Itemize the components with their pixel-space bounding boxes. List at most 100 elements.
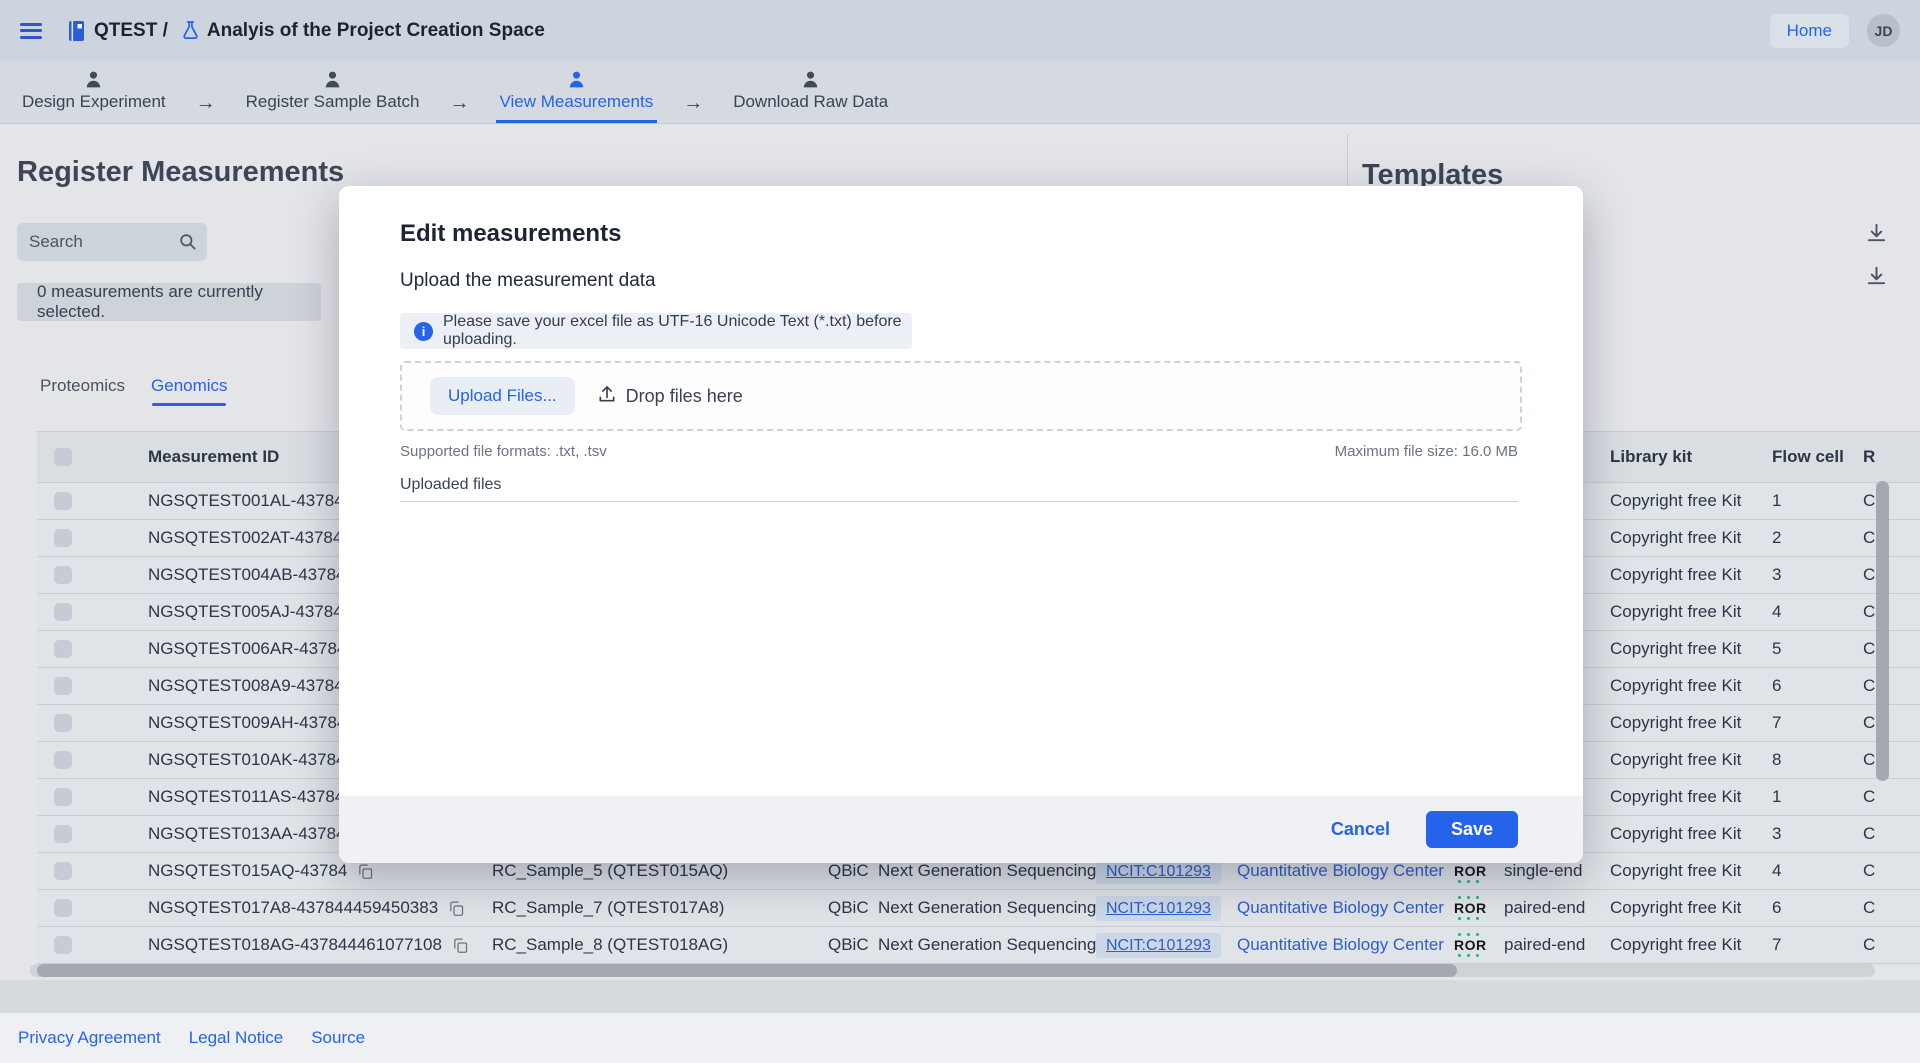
copy-icon[interactable] bbox=[357, 863, 374, 880]
file-dropzone[interactable]: Upload Files... Drop files here bbox=[400, 361, 1522, 431]
measurement-id: NGSQTEST011AS-437844 bbox=[148, 787, 354, 807]
menu-icon[interactable] bbox=[20, 23, 42, 39]
technique-cell: Next Generation Sequencing bbox=[878, 898, 1096, 918]
user-icon bbox=[84, 70, 103, 89]
cancel-button[interactable]: Cancel bbox=[1325, 818, 1396, 841]
library-kit-cell: Copyright free Kit bbox=[1610, 565, 1772, 585]
row-checkbox[interactable] bbox=[54, 566, 72, 584]
run-cell: C bbox=[1863, 787, 1920, 807]
horizontal-scrollbar-thumb[interactable] bbox=[37, 964, 1457, 977]
drop-files-label: Drop files here bbox=[626, 386, 743, 407]
search-box bbox=[17, 223, 207, 261]
user-icon bbox=[801, 70, 820, 89]
vertical-scrollbar[interactable] bbox=[1876, 481, 1889, 781]
wizard-step-label: Download Raw Data bbox=[733, 92, 888, 112]
copy-icon[interactable] bbox=[452, 937, 469, 954]
wizard-step[interactable]: Design Experiment bbox=[18, 61, 170, 123]
download-template-icon[interactable] bbox=[1860, 260, 1892, 290]
max-file-size: Maximum file size: 16.0 MB bbox=[1335, 443, 1518, 460]
wizard-step-label: Register Sample Batch bbox=[246, 92, 420, 112]
tab[interactable]: Proteomics bbox=[40, 376, 125, 406]
row-checkbox[interactable] bbox=[54, 936, 72, 954]
facility-cell: QBiC bbox=[828, 935, 878, 955]
flow-cell-cell: 7 bbox=[1772, 935, 1863, 955]
row-checkbox[interactable] bbox=[54, 825, 72, 843]
row-checkbox[interactable] bbox=[54, 862, 72, 880]
info-notice: i Please save your excel file as UTF-16 … bbox=[400, 313, 912, 349]
organization-link[interactable]: Quantitative Biology Center bbox=[1237, 861, 1444, 880]
library-kit-cell: Copyright free Kit bbox=[1610, 528, 1772, 548]
row-checkbox[interactable] bbox=[54, 529, 72, 547]
measurement-id: NGSQTEST004AB-43784 bbox=[148, 565, 345, 585]
column-header-library-kit[interactable]: Library kit bbox=[1610, 447, 1772, 467]
dialog-footer: Cancel Save bbox=[339, 796, 1583, 863]
run-cell: C bbox=[1863, 676, 1920, 696]
row-checkbox[interactable] bbox=[54, 677, 72, 695]
ror-icon: ROR bbox=[1454, 863, 1487, 879]
measurement-id: NGSQTEST015AQ-43784 bbox=[148, 861, 347, 881]
footer-link[interactable]: Legal Notice bbox=[189, 1028, 284, 1048]
ror-icon: ROR bbox=[1454, 900, 1487, 916]
wizard-step[interactable]: View Measurements bbox=[496, 61, 658, 123]
column-header-flow-cell[interactable]: Flow cell bbox=[1772, 447, 1863, 467]
flask-icon bbox=[182, 20, 199, 41]
footer-link[interactable]: Source bbox=[311, 1028, 365, 1048]
ncit-link[interactable]: NCIT:C101293 bbox=[1096, 896, 1221, 921]
arrow-right-icon: → bbox=[424, 92, 496, 115]
measurement-id: NGSQTEST002AT-437844 bbox=[148, 528, 352, 548]
library-kit-cell: Copyright free Kit bbox=[1610, 639, 1772, 659]
run-cell: C bbox=[1863, 491, 1920, 511]
footer-link[interactable]: Privacy Agreement bbox=[18, 1028, 161, 1048]
flow-cell-cell: 7 bbox=[1772, 713, 1863, 733]
row-checkbox[interactable] bbox=[54, 492, 72, 510]
measurement-id: NGSQTEST008A9-43784 bbox=[148, 676, 344, 696]
avatar[interactable]: JD bbox=[1867, 14, 1900, 47]
row-checkbox[interactable] bbox=[54, 788, 72, 806]
flow-cell-cell: 1 bbox=[1772, 787, 1863, 807]
run-cell: C bbox=[1863, 750, 1920, 770]
wizard-steps: Design Experiment → Register Sample Batc… bbox=[0, 61, 1920, 124]
library-kit-cell: Copyright free Kit bbox=[1610, 713, 1772, 733]
library-kit-cell: Copyright free Kit bbox=[1610, 824, 1772, 844]
supported-formats: Supported file formats: .txt, .tsv bbox=[400, 443, 607, 460]
library-kit-cell: Copyright free Kit bbox=[1610, 750, 1772, 770]
technique-cell: Next Generation Sequencing bbox=[878, 935, 1096, 955]
sample-cell: RC_Sample_7 (QTEST017A8) bbox=[492, 898, 828, 918]
run-cell: C bbox=[1863, 713, 1920, 733]
home-button[interactable]: Home bbox=[1770, 14, 1849, 48]
flow-cell-cell: 5 bbox=[1772, 639, 1863, 659]
select-all-checkbox[interactable] bbox=[54, 448, 72, 466]
library-kit-cell: Copyright free Kit bbox=[1610, 491, 1772, 511]
run-cell: C bbox=[1863, 824, 1920, 844]
page-footer: Privacy Agreement Legal Notice Source bbox=[0, 1013, 1920, 1063]
row-checkbox[interactable] bbox=[54, 603, 72, 621]
selection-notice: 0 measurements are currently selected. bbox=[17, 283, 321, 321]
library-kit-cell: Copyright free Kit bbox=[1610, 602, 1772, 622]
row-checkbox[interactable] bbox=[54, 751, 72, 769]
column-header-run[interactable]: R bbox=[1863, 447, 1920, 467]
wizard-step[interactable]: Download Raw Data bbox=[729, 61, 892, 123]
arrow-right-icon: → bbox=[657, 92, 729, 115]
project-code[interactable]: QTEST / bbox=[94, 20, 168, 42]
row-checkbox[interactable] bbox=[54, 640, 72, 658]
row-checkbox[interactable] bbox=[54, 899, 72, 917]
ncit-link[interactable]: NCIT:C101293 bbox=[1096, 933, 1221, 958]
sample-cell: RC_Sample_8 (QTEST018AG) bbox=[492, 935, 828, 955]
wizard-step-label: View Measurements bbox=[500, 92, 654, 112]
organization-link[interactable]: Quantitative Biology Center bbox=[1237, 935, 1444, 954]
copy-icon[interactable] bbox=[448, 900, 465, 917]
uploaded-files-divider bbox=[400, 501, 1518, 502]
download-template-icon[interactable] bbox=[1860, 217, 1892, 247]
measurement-id: NGSQTEST017A8-437844459450383 bbox=[148, 898, 438, 918]
upload-files-button[interactable]: Upload Files... bbox=[430, 377, 575, 415]
row-checkbox[interactable] bbox=[54, 714, 72, 732]
info-icon: i bbox=[414, 322, 433, 341]
organization-link[interactable]: Quantitative Biology Center bbox=[1237, 898, 1444, 917]
wizard-step[interactable]: Register Sample Batch bbox=[242, 61, 424, 123]
tab[interactable]: Genomics bbox=[151, 376, 228, 406]
upload-icon bbox=[597, 384, 617, 409]
save-button[interactable]: Save bbox=[1426, 811, 1518, 848]
page-title: Register Measurements bbox=[17, 156, 344, 189]
tab-label: Proteomics bbox=[40, 376, 125, 395]
user-icon bbox=[567, 70, 586, 89]
